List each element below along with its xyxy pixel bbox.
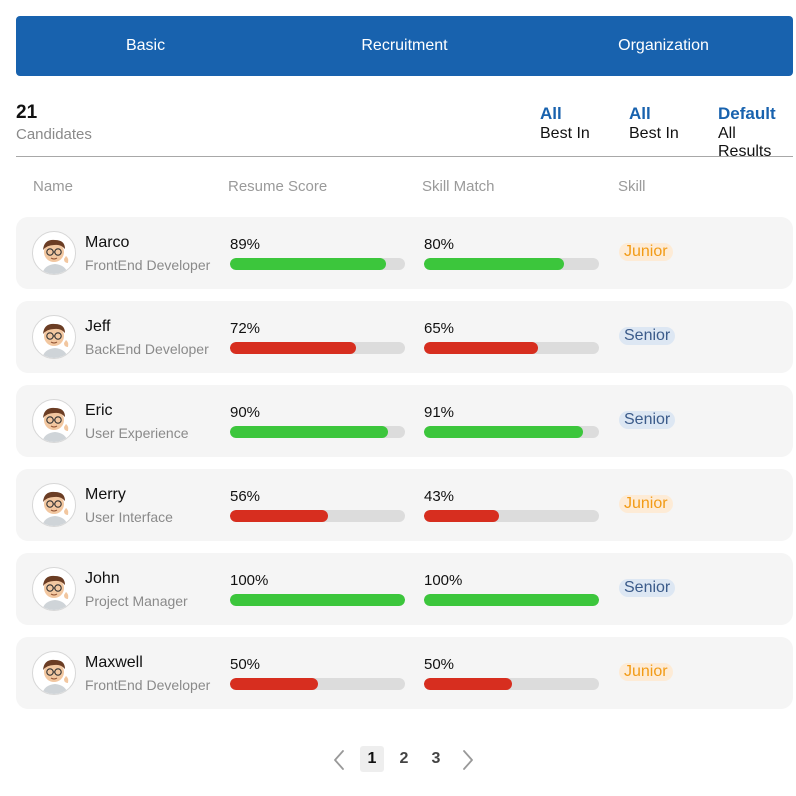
table-row[interactable]: Jeff BackEnd Developer 72% 65% Senior — [16, 301, 793, 373]
column-header-skill[interactable]: Skill — [618, 178, 646, 195]
memoji-avatar-icon — [32, 651, 76, 695]
summary-bar: 21 Candidates All Best In All Best In De… — [16, 100, 793, 160]
candidate-role: BackEnd Developer — [85, 341, 209, 357]
filter-value: All — [540, 104, 562, 123]
resume-score-fill — [230, 510, 328, 522]
resume-score-value: 100% — [230, 572, 269, 589]
resume-score-fill — [230, 258, 386, 270]
skill-match-bar — [424, 678, 599, 690]
page-3[interactable]: 3 — [425, 746, 447, 772]
skill-match-fill — [424, 510, 500, 522]
skill-match-bar — [424, 594, 599, 606]
resume-score-fill — [230, 594, 405, 606]
filter-label: All Results — [718, 125, 772, 160]
filter-best-in-2[interactable]: All Best In — [629, 104, 679, 143]
resume-score-fill — [230, 678, 318, 690]
candidate-role: User Experience — [85, 425, 189, 441]
table-row[interactable]: Merry User Interface 56% 43% Junior — [16, 469, 793, 541]
table-row[interactable]: John Project Manager 100% 100% Senior — [16, 553, 793, 625]
skill-match-value: 43% — [424, 488, 455, 505]
resume-score-bar — [230, 594, 405, 606]
skill-match-bar — [424, 342, 599, 354]
resume-score-value: 89% — [230, 236, 261, 253]
memoji-avatar-icon — [32, 315, 76, 359]
resume-score-value: 72% — [230, 320, 261, 337]
memoji-avatar-icon — [32, 231, 76, 275]
pagination: 1 2 3 — [0, 746, 796, 774]
table-row[interactable]: Eric User Experience 90% 91% Senior — [16, 385, 793, 457]
filter-best-in-1[interactable]: All Best In — [540, 104, 590, 143]
resume-score-fill — [230, 342, 356, 354]
filter-value: Default — [718, 104, 776, 123]
skill-match-fill — [424, 678, 512, 690]
candidate-count: 21 — [16, 102, 38, 123]
resume-score-bar — [230, 258, 405, 270]
candidate-list: Marco FrontEnd Developer 89% 80% Junior Jeff B… — [16, 217, 793, 721]
filter-value: All — [629, 104, 651, 123]
candidate-count-label: Candidates — [16, 126, 92, 143]
tab-basic[interactable]: Basic — [16, 37, 275, 55]
column-header-resume-score[interactable]: Resume Score — [228, 178, 327, 195]
resume-score-value: 56% — [230, 488, 261, 505]
skill-level-badge: Senior — [619, 327, 676, 345]
skill-level-badge: Junior — [619, 663, 673, 681]
skill-match-value: 80% — [424, 236, 455, 253]
column-header-name[interactable]: Name — [33, 178, 73, 195]
resume-score-value: 90% — [230, 404, 261, 421]
skill-level-badge: Junior — [619, 243, 673, 261]
candidate-name[interactable]: Merry — [85, 486, 126, 504]
filter-label: Best In — [629, 125, 679, 142]
skill-match-value: 50% — [424, 656, 455, 673]
tab-recruitment[interactable]: Recruitment — [275, 37, 534, 55]
memoji-avatar-icon — [32, 483, 76, 527]
skill-match-fill — [424, 258, 564, 270]
skill-level-badge: Senior — [619, 411, 676, 429]
candidate-name[interactable]: John — [85, 570, 120, 588]
skill-match-value: 65% — [424, 320, 455, 337]
candidate-role: User Interface — [85, 509, 173, 525]
candidate-role: Project Manager — [85, 593, 188, 609]
resume-score-bar — [230, 510, 405, 522]
memoji-avatar-icon — [32, 399, 76, 443]
skill-match-bar — [424, 426, 599, 438]
skill-level-badge: Junior — [619, 495, 673, 513]
candidate-name[interactable]: Eric — [85, 402, 113, 420]
resume-score-fill — [230, 426, 388, 438]
skill-level-badge: Senior — [619, 579, 676, 597]
chevron-right-icon[interactable] — [461, 749, 475, 776]
resume-score-bar — [230, 678, 405, 690]
resume-score-bar — [230, 426, 405, 438]
skill-match-fill — [424, 426, 584, 438]
column-header-skill-match[interactable]: Skill Match — [422, 178, 495, 195]
candidate-role: FrontEnd Developer — [85, 257, 211, 273]
skill-match-fill — [424, 594, 599, 606]
top-tab-bar: Basic Recruitment Organization — [16, 16, 793, 76]
filter-all-results[interactable]: Default All Results — [718, 104, 793, 161]
candidate-name[interactable]: Marco — [85, 234, 129, 252]
skill-match-fill — [424, 342, 538, 354]
memoji-avatar-icon — [32, 567, 76, 611]
tab-organization[interactable]: Organization — [534, 37, 793, 55]
table-row[interactable]: Maxwell FrontEnd Developer 50% 50% Junior — [16, 637, 793, 709]
page-1[interactable]: 1 — [360, 746, 384, 772]
table-row[interactable]: Marco FrontEnd Developer 89% 80% Junior — [16, 217, 793, 289]
table-header: Name Resume Score Skill Match Skill — [0, 178, 796, 198]
candidate-name[interactable]: Maxwell — [85, 654, 143, 672]
chevron-left-icon[interactable] — [332, 749, 346, 776]
skill-match-value: 100% — [424, 572, 463, 589]
skill-match-bar — [424, 510, 599, 522]
skill-match-value: 91% — [424, 404, 455, 421]
candidate-name[interactable]: Jeff — [85, 318, 111, 336]
resume-score-bar — [230, 342, 405, 354]
filter-label: Best In — [540, 125, 590, 142]
page-2[interactable]: 2 — [393, 746, 415, 772]
resume-score-value: 50% — [230, 656, 261, 673]
candidate-role: FrontEnd Developer — [85, 677, 211, 693]
skill-match-bar — [424, 258, 599, 270]
